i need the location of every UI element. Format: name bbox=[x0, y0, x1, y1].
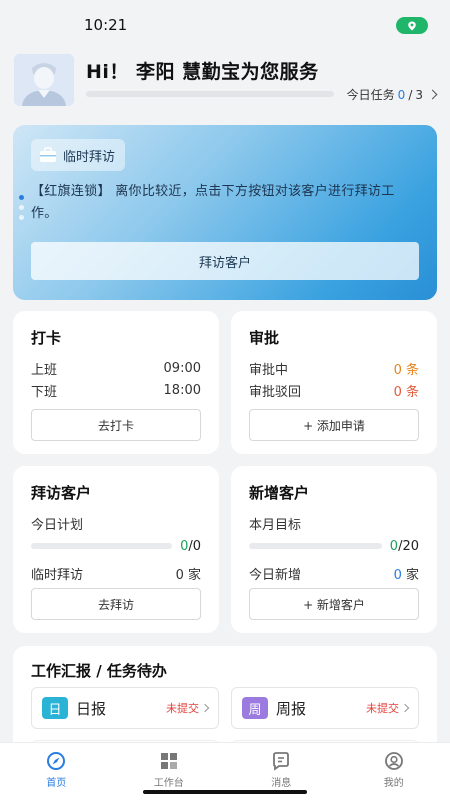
avatar[interactable] bbox=[14, 54, 74, 106]
tab-home[interactable]: 首页 bbox=[0, 743, 113, 800]
temp-visit-message: 【红旗连锁】 离你比较近，点击下方按钮对该客户进行拜访工作。 bbox=[31, 184, 395, 221]
location-icon bbox=[408, 21, 416, 30]
go-visit-button[interactable]: 去拜访 bbox=[31, 588, 201, 620]
visit-stats-card: 拜访客户 今日计划 0/0 临时拜访 0 家 去拜访 bbox=[13, 466, 219, 633]
tab-home-label: 首页 bbox=[46, 778, 67, 789]
today-tasks-total: 3 bbox=[415, 87, 423, 102]
clock-row-end: 下班 18:00 bbox=[31, 379, 201, 401]
status-time: 10:21 bbox=[84, 16, 128, 34]
today-new-row: 今日新增 0 家 bbox=[249, 562, 419, 584]
add-customer-button[interactable]: + 新增客户 bbox=[249, 588, 419, 620]
today-new-unit: 家 bbox=[401, 567, 419, 583]
target-label-row: 本月目标 bbox=[249, 512, 419, 534]
temp-visit-banner: 临时拜访 【红旗连锁】 离你比较近，点击下方按钮对该客户进行拜访工作。 拜访客户 bbox=[13, 125, 437, 300]
approval-rejected-label: 审批驳回 bbox=[249, 384, 302, 400]
approval-pending-label: 审批中 bbox=[249, 362, 289, 378]
clock-end-time: 18:00 bbox=[163, 382, 201, 398]
tab-messages-label: 消息 bbox=[271, 778, 292, 789]
home-indicator bbox=[143, 790, 307, 794]
approval-rejected-count: 0 条 bbox=[393, 384, 419, 400]
plan-total: /0 bbox=[188, 538, 201, 554]
weekly-report-status: 未提交 bbox=[366, 700, 410, 716]
clock-in-button[interactable]: 去打卡 bbox=[31, 409, 201, 441]
grid-icon bbox=[160, 753, 177, 769]
daily-report-item[interactable]: 日 日报 未提交 bbox=[31, 687, 219, 729]
temp-visit-row: 临时拜访 0 家 bbox=[31, 562, 201, 584]
daily-report-icon: 日 bbox=[42, 697, 68, 719]
tab-profile-label: 我的 bbox=[383, 778, 404, 789]
chevron-right-icon bbox=[400, 703, 410, 713]
location-badge bbox=[396, 17, 428, 34]
greeting-text: Hi！ 李阳 慧勤宝为您服务 bbox=[86, 61, 319, 83]
today-new-count: 0 家 bbox=[394, 564, 419, 583]
approval-row-pending: 审批中 0 条 bbox=[249, 357, 419, 379]
home-icon bbox=[47, 752, 66, 770]
approval-row-rejected: 审批驳回 0 条 bbox=[249, 379, 419, 401]
chevron-right-icon bbox=[200, 703, 210, 713]
chevron-right-icon bbox=[427, 89, 438, 100]
clock-end-label: 下班 bbox=[31, 384, 58, 400]
plan-progress-bar bbox=[31, 543, 173, 549]
header: Hi！ 李阳 慧勤宝为您服务 今日任务 0 / 3 bbox=[14, 54, 438, 106]
weekly-report-item[interactable]: 周 周报 未提交 bbox=[231, 687, 419, 729]
today-tasks-done: 0 bbox=[397, 87, 406, 102]
plan-label-row: 今日计划 bbox=[31, 512, 201, 534]
target-done: 0 bbox=[389, 538, 399, 554]
clock-start-label: 上班 bbox=[31, 362, 58, 378]
target-count: 0/20 bbox=[390, 539, 419, 554]
approval-title: 审批 bbox=[249, 329, 280, 347]
status-bar: 10:21 bbox=[0, 0, 450, 48]
carousel-dots bbox=[19, 195, 24, 220]
temp-visit-tag: 临时拜访 bbox=[31, 139, 126, 171]
approval-pending-count: 0 条 bbox=[393, 362, 419, 378]
today-new-label: 今日新增 bbox=[249, 567, 302, 583]
carousel-dot[interactable] bbox=[19, 195, 24, 200]
target-progress-row: 0/20 bbox=[249, 536, 419, 556]
temp-visit-count: 0 家 bbox=[175, 567, 201, 583]
daily-report-label: 日报 bbox=[76, 699, 107, 718]
plan-label: 今日计划 bbox=[31, 517, 84, 533]
visit-stats-title: 拜访客户 bbox=[31, 484, 92, 502]
weekly-report-label: 周报 bbox=[276, 699, 307, 718]
carousel-dot[interactable] bbox=[19, 215, 24, 220]
visit-customer-button[interactable]: 拜访客户 bbox=[31, 242, 419, 280]
new-customer-title: 新增客户 bbox=[249, 484, 310, 502]
target-label: 本月目标 bbox=[249, 517, 302, 533]
clock-in-card: 打卡 上班 09:00 下班 18:00 去打卡 bbox=[13, 311, 219, 454]
tab-workbench-label: 工作台 bbox=[153, 778, 184, 789]
approval-card: 审批 审批中 0 条 审批驳回 0 条 + 添加申请 bbox=[231, 311, 437, 454]
message-icon bbox=[273, 752, 290, 771]
daily-report-status: 未提交 bbox=[166, 700, 210, 716]
today-new-num: 0 bbox=[393, 567, 402, 583]
avatar-icon bbox=[14, 54, 74, 106]
target-progress-bar bbox=[249, 543, 382, 549]
clock-start-time: 09:00 bbox=[163, 360, 201, 376]
add-application-button[interactable]: + 添加申请 bbox=[249, 409, 419, 441]
tab-profile[interactable]: 我的 bbox=[338, 743, 450, 800]
today-tasks-link[interactable]: 今日任务 0 / 3 bbox=[346, 86, 438, 103]
report-title: 工作汇报 / 任务待办 bbox=[31, 662, 167, 680]
today-tasks-sep: / bbox=[408, 87, 413, 102]
carousel-dot[interactable] bbox=[19, 205, 24, 210]
temp-visit-label: 临时拜访 bbox=[31, 567, 84, 583]
user-icon bbox=[384, 752, 403, 770]
weekly-report-status-text: 未提交 bbox=[366, 702, 399, 715]
weekly-report-icon: 周 bbox=[242, 697, 268, 719]
temp-visit-tag-label: 临时拜访 bbox=[63, 149, 116, 165]
clock-row-start: 上班 09:00 bbox=[31, 357, 201, 379]
target-total: /20 bbox=[398, 538, 419, 554]
today-tasks-label: 今日任务 bbox=[346, 88, 395, 102]
plan-count: 0/0 bbox=[180, 539, 201, 554]
plan-progress-row: 0/0 bbox=[31, 536, 201, 556]
briefcase-icon bbox=[40, 147, 56, 162]
clock-in-title: 打卡 bbox=[31, 329, 62, 347]
daily-report-status-text: 未提交 bbox=[166, 702, 199, 715]
new-customer-card: 新增客户 本月目标 0/20 今日新增 0 家 + 新增客户 bbox=[231, 466, 437, 633]
task-progress-bar bbox=[86, 91, 334, 97]
